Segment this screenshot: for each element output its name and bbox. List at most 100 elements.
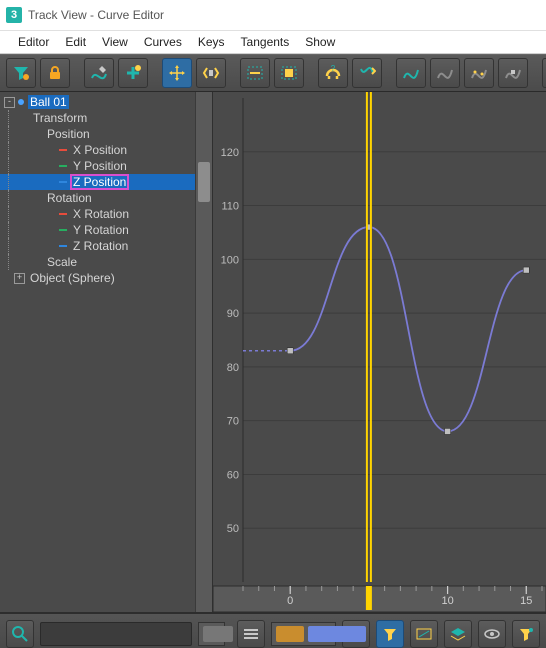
zoom-region-button[interactable] bbox=[6, 620, 34, 648]
menu-editor[interactable]: Editor bbox=[10, 33, 57, 51]
y-axis-icon bbox=[59, 226, 67, 234]
tree-row-transform[interactable]: Transform bbox=[0, 110, 195, 126]
menu-show[interactable]: Show bbox=[297, 33, 343, 51]
param-out-button[interactable] bbox=[430, 58, 460, 88]
param-curve-icon bbox=[402, 64, 420, 82]
scale-region-button[interactable] bbox=[464, 58, 494, 88]
menu-tangents[interactable]: Tangents bbox=[233, 33, 298, 51]
lock-button[interactable] bbox=[40, 58, 70, 88]
tangent-break-button[interactable] bbox=[498, 58, 528, 88]
funnel-icon bbox=[12, 64, 30, 82]
slide-icon bbox=[202, 64, 220, 82]
tree-label-position[interactable]: Position bbox=[45, 127, 92, 141]
funnel-tracks-icon bbox=[517, 625, 535, 643]
tree-label-object[interactable]: Object (Sphere) bbox=[28, 271, 117, 285]
x-axis-icon bbox=[59, 146, 67, 154]
move-keys-button[interactable] bbox=[162, 58, 192, 88]
keyframe-marker[interactable] bbox=[287, 348, 293, 354]
y-tick-label: 120 bbox=[221, 147, 239, 159]
hierarchy-scrollbar[interactable] bbox=[195, 92, 212, 612]
tools-arrow-button[interactable] bbox=[542, 58, 546, 88]
curve-graph[interactable]: 1201101009080706050051015 bbox=[213, 92, 546, 612]
lock-icon bbox=[46, 64, 64, 82]
draw-curve-button[interactable] bbox=[84, 58, 114, 88]
isolate-curve-button[interactable] bbox=[478, 620, 506, 648]
x-tick-label: 15 bbox=[520, 595, 532, 607]
tree-row-z-rotation[interactable]: Z Rotation bbox=[0, 238, 195, 254]
tree-row-position[interactable]: Position bbox=[0, 126, 195, 142]
param-curve-button[interactable] bbox=[396, 58, 426, 88]
tangents-all-icon bbox=[415, 625, 433, 643]
tree-row-z-position[interactable]: Z Position bbox=[0, 174, 195, 190]
tree-label-x-rotation[interactable]: X Rotation bbox=[71, 207, 131, 221]
tree-label-transform[interactable]: Transform bbox=[31, 111, 89, 125]
menu-curves[interactable]: Curves bbox=[136, 33, 190, 51]
show-all-tangents-button[interactable] bbox=[410, 620, 438, 648]
tree-label-z-rotation[interactable]: Z Rotation bbox=[71, 239, 130, 253]
tree-label-y-rotation[interactable]: Y Rotation bbox=[71, 223, 131, 237]
scale-v-icon bbox=[280, 64, 298, 82]
tree-label-scale[interactable]: Scale bbox=[45, 255, 79, 269]
filter-selected-button[interactable] bbox=[376, 620, 404, 648]
tree-label-rotation[interactable]: Rotation bbox=[45, 191, 94, 205]
time-cursor-handle[interactable] bbox=[366, 586, 372, 610]
keyframe-marker[interactable] bbox=[445, 428, 451, 434]
scale-keys-v-button[interactable] bbox=[274, 58, 304, 88]
tree-row-y-position[interactable]: Y Position bbox=[0, 158, 195, 174]
tree-label-z-position[interactable]: Z Position bbox=[71, 175, 128, 189]
mini-track[interactable] bbox=[198, 622, 225, 646]
region-button[interactable] bbox=[352, 58, 382, 88]
node-dot-icon bbox=[18, 99, 24, 105]
layers-icon bbox=[449, 625, 467, 643]
y-axis-icon bbox=[59, 162, 67, 170]
menu-keys[interactable]: Keys bbox=[190, 33, 233, 51]
tree-row-rotation[interactable]: Rotation bbox=[0, 190, 195, 206]
tree-row-object[interactable]: + Object (Sphere) bbox=[0, 270, 195, 286]
y-tick-label: 70 bbox=[227, 416, 239, 428]
y-tick-label: 90 bbox=[227, 308, 239, 320]
show-tangents-button[interactable] bbox=[444, 620, 472, 648]
filter-tracks-button[interactable] bbox=[512, 620, 540, 648]
snap-button[interactable]: ? bbox=[318, 58, 348, 88]
y-tick-label: 80 bbox=[227, 362, 239, 374]
hierarchy-panel: - Ball 01 Transform Position X Position bbox=[0, 92, 213, 612]
expand-icon[interactable]: + bbox=[14, 273, 25, 284]
magnifier-icon bbox=[11, 625, 29, 643]
filter-button[interactable] bbox=[6, 58, 36, 88]
tree-row-x-position[interactable]: X Position bbox=[0, 142, 195, 158]
hierarchy-tree[interactable]: - Ball 01 Transform Position X Position bbox=[0, 92, 195, 612]
tree-label-y-position[interactable]: Y Position bbox=[71, 159, 129, 173]
y-tick-label: 60 bbox=[227, 469, 239, 481]
tree-row-y-rotation[interactable]: Y Rotation bbox=[0, 222, 195, 238]
mini-timeline[interactable] bbox=[271, 622, 336, 646]
pencil-curve-icon bbox=[90, 64, 108, 82]
y-tick-label: 110 bbox=[221, 201, 239, 213]
tracks-icon bbox=[242, 625, 260, 643]
tree-label-x-position[interactable]: X Position bbox=[71, 143, 129, 157]
snap-icon: ? bbox=[324, 64, 342, 82]
tree-row-x-rotation[interactable]: X Rotation bbox=[0, 206, 195, 222]
tracks-toggle-button[interactable] bbox=[237, 620, 265, 648]
menu-edit[interactable]: Edit bbox=[57, 33, 94, 51]
tree-label-root[interactable]: Ball 01 bbox=[28, 95, 69, 109]
scroll-thumb[interactable] bbox=[198, 162, 210, 202]
add-key-icon bbox=[124, 64, 142, 82]
slide-keys-button[interactable] bbox=[196, 58, 226, 88]
window-titlebar: 3 Track View - Curve Editor bbox=[0, 0, 546, 31]
status-field-1[interactable] bbox=[40, 622, 192, 646]
scale-keys-h-button[interactable] bbox=[240, 58, 270, 88]
curve-graph-panel[interactable]: 1201101009080706050051015 bbox=[213, 92, 546, 612]
menu-view[interactable]: View bbox=[94, 33, 136, 51]
status-bar bbox=[0, 612, 546, 648]
x-tick-label: 0 bbox=[287, 595, 293, 607]
add-key-button[interactable] bbox=[118, 58, 148, 88]
move-icon bbox=[168, 64, 186, 82]
region-icon bbox=[358, 64, 376, 82]
expand-icon[interactable]: - bbox=[4, 97, 15, 108]
param-out-icon bbox=[436, 64, 454, 82]
funnel-small-icon bbox=[381, 625, 399, 643]
tree-row-scale[interactable]: Scale bbox=[0, 254, 195, 270]
keyframe-marker[interactable] bbox=[523, 267, 529, 273]
eye-icon bbox=[483, 625, 501, 643]
tree-row-root[interactable]: - Ball 01 bbox=[0, 94, 195, 110]
